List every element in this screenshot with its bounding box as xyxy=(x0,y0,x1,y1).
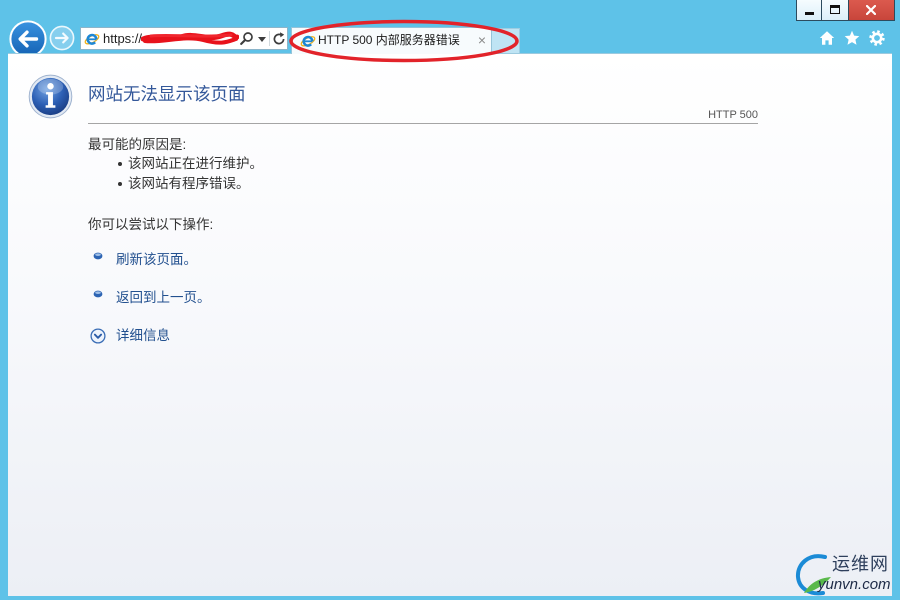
new-tab-button[interactable] xyxy=(492,28,520,53)
causes-list: 该网站正在进行维护。 该网站有程序错误。 xyxy=(118,155,263,195)
forward-button[interactable] xyxy=(49,25,75,51)
redaction-scribble xyxy=(141,31,239,45)
maximize-icon xyxy=(830,5,840,14)
ie-icon xyxy=(84,33,100,45)
refresh-page-link[interactable]: 刷新该页面。 xyxy=(93,251,253,268)
minimize-icon xyxy=(805,12,814,15)
list-item: 该网站有程序错误。 xyxy=(118,175,263,195)
watermark-domain: yunvn.com xyxy=(818,576,891,593)
title-divider xyxy=(88,123,758,124)
refresh-icon[interactable] xyxy=(272,31,286,46)
address-separator xyxy=(269,31,270,46)
go-back-label[interactable]: 返回到上一页。 xyxy=(116,289,211,306)
status-code: HTTP 500 xyxy=(708,109,758,121)
chevron-down-icon[interactable] xyxy=(258,37,266,42)
more-info-toggle[interactable]: 详细信息 xyxy=(90,327,210,344)
search-icon[interactable] xyxy=(239,31,254,46)
close-window-button[interactable] xyxy=(849,0,895,21)
close-icon xyxy=(866,5,876,15)
address-text[interactable]: https:// xyxy=(103,28,142,49)
maximize-button[interactable] xyxy=(822,0,849,21)
minimize-button[interactable] xyxy=(796,0,822,21)
causes-heading: 最可能的原因是: xyxy=(88,137,187,152)
go-back-link[interactable]: 返回到上一页。 xyxy=(93,289,253,306)
page-content: 网站无法显示该页面 HTTP 500 最可能的原因是: 该网站正在进行维护。 该… xyxy=(8,53,892,596)
bullet-icon xyxy=(93,290,103,298)
tab-http-500[interactable]: HTTP 500 内部服务器错误 × xyxy=(291,27,492,54)
tab-close-button[interactable]: × xyxy=(475,28,489,52)
chevron-down-circle-icon xyxy=(90,328,106,344)
bullet-icon xyxy=(93,252,103,260)
address-bar[interactable]: https:// xyxy=(80,27,288,50)
ie-icon xyxy=(300,35,316,47)
arrow-right-icon xyxy=(49,25,75,51)
home-icon[interactable] xyxy=(819,30,835,46)
refresh-page-label[interactable]: 刷新该页面。 xyxy=(116,251,197,268)
more-info-label[interactable]: 详细信息 xyxy=(116,327,170,344)
info-icon xyxy=(28,74,73,119)
star-icon[interactable] xyxy=(844,30,860,46)
list-item: 该网站正在进行维护。 xyxy=(118,155,263,175)
watermark-name: 运维网 xyxy=(832,554,889,574)
page-title: 网站无法显示该页面 xyxy=(88,84,246,104)
gear-icon[interactable] xyxy=(869,30,885,46)
tab-title: HTTP 500 内部服务器错误 xyxy=(318,33,460,47)
actions-heading: 你可以尝试以下操作: xyxy=(88,217,214,232)
